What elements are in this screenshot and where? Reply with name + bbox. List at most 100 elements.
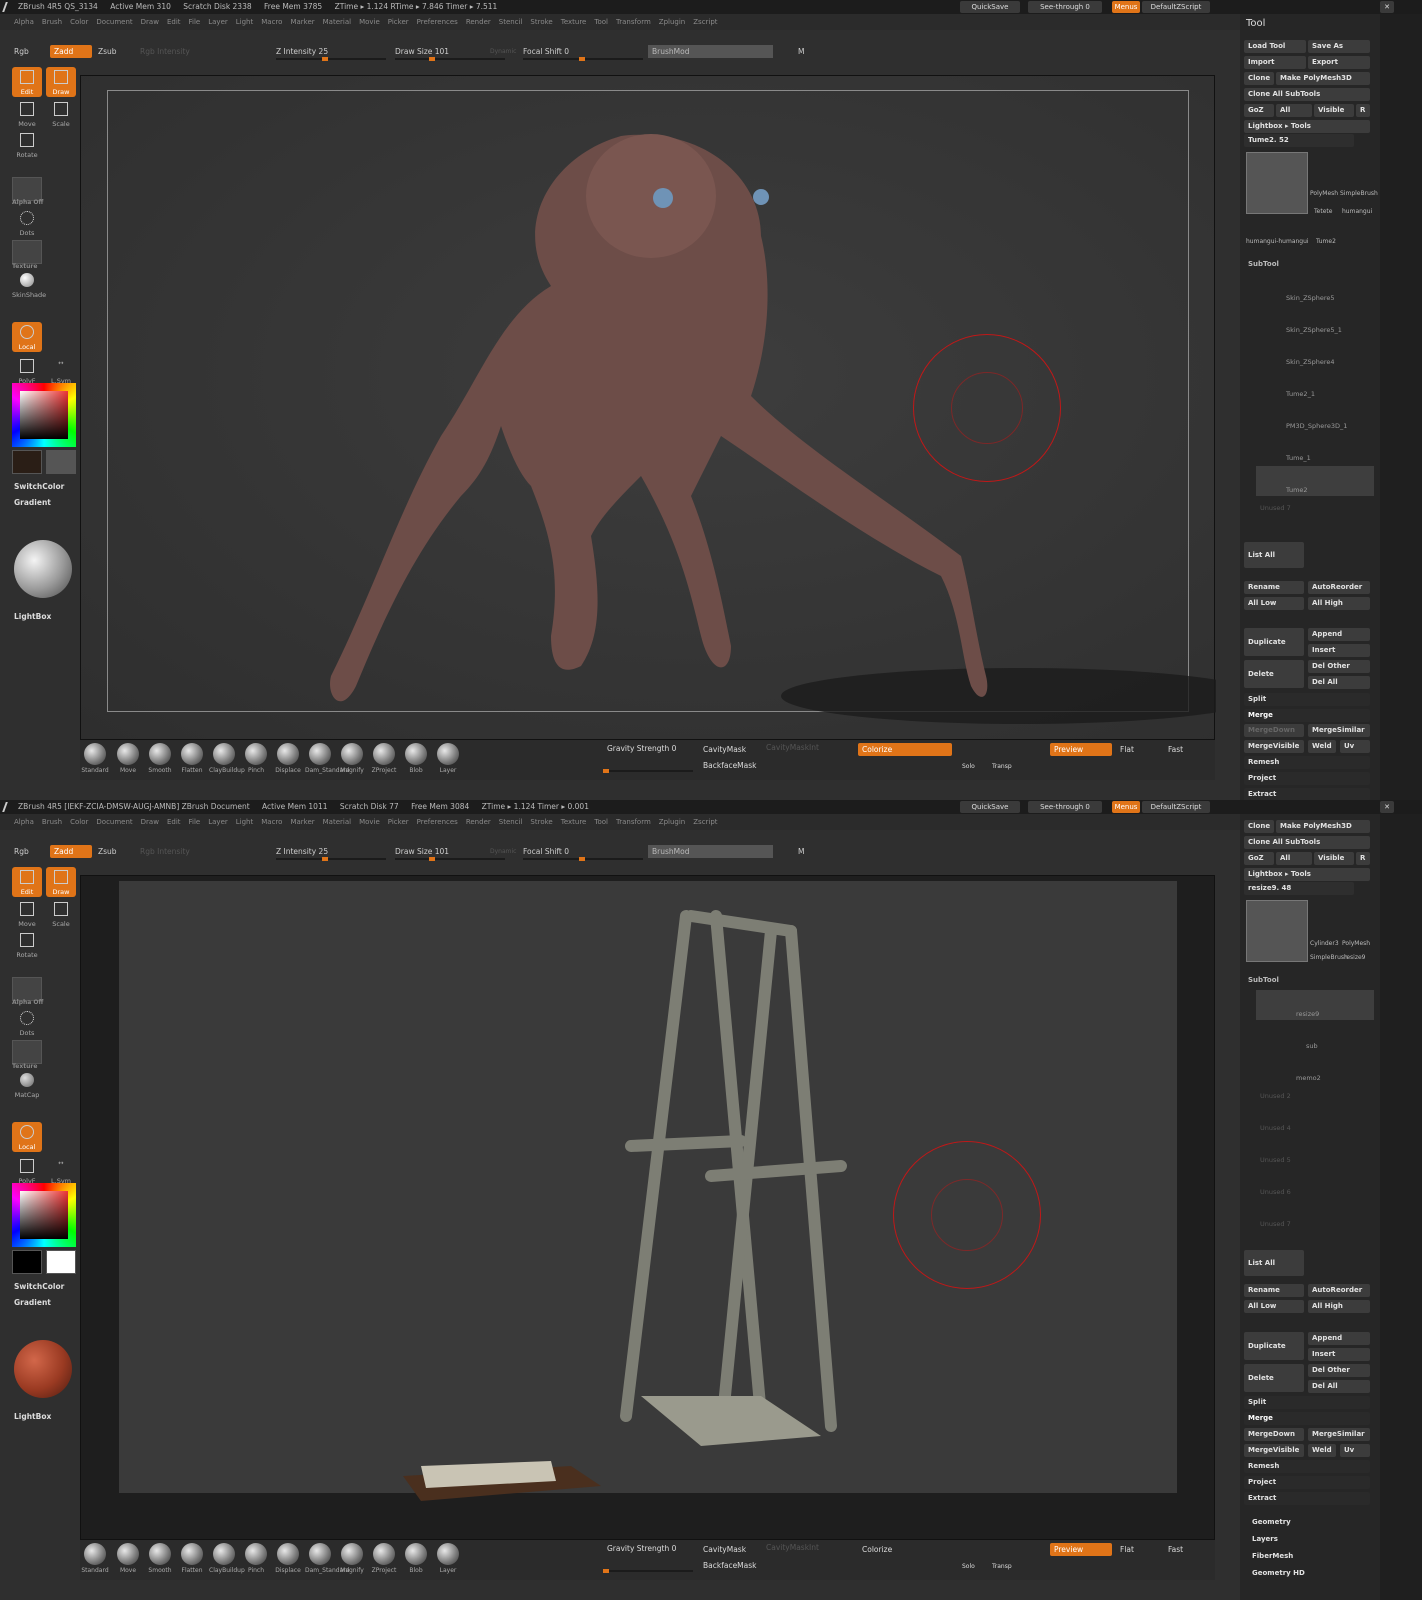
rgb-intensity-slider[interactable]: Rgb Intensity: [136, 845, 194, 858]
zadd-button[interactable]: Zadd: [50, 845, 92, 858]
thumb-polymesh[interactable]: PolyMesh: [1342, 940, 1370, 947]
split-button[interactable]: Split: [1244, 1396, 1370, 1409]
menu-macro[interactable]: Macro: [261, 18, 282, 26]
menu-movie[interactable]: Movie: [359, 18, 380, 26]
menu-draw[interactable]: Draw: [141, 18, 159, 26]
cavitymask-button[interactable]: CavityMask: [699, 743, 750, 756]
subtool-item-unused[interactable]: Unused 5: [1256, 1150, 1374, 1180]
menu-tool[interactable]: Tool: [594, 18, 608, 26]
clone-button[interactable]: Clone: [1244, 820, 1274, 833]
backfacemask-button[interactable]: BackfaceMask: [699, 1559, 761, 1572]
dynamic-toggle[interactable]: Dynamic: [486, 45, 520, 58]
edit-button[interactable]: Edit: [12, 67, 42, 97]
cavitymask-intensity-slider[interactable]: CavityMaskInt: [762, 1541, 823, 1554]
merge-button[interactable]: Merge: [1244, 1412, 1370, 1425]
subtool-item-selected[interactable]: resize9: [1256, 990, 1374, 1020]
all-high-button[interactable]: All High: [1308, 1300, 1370, 1313]
menu-tool[interactable]: Tool: [594, 818, 608, 826]
texture-selector[interactable]: [12, 1040, 42, 1064]
all-low-button[interactable]: All Low: [1244, 597, 1304, 610]
local-button[interactable]: Local: [12, 1122, 42, 1152]
insert-button[interactable]: Insert: [1308, 644, 1370, 657]
geometry-subpalette[interactable]: Geometry: [1248, 1516, 1368, 1529]
lsym-button[interactable]: ↔ L.Sym: [46, 356, 76, 386]
zsub-button[interactable]: Zsub: [94, 845, 121, 858]
all-low-button[interactable]: All Low: [1244, 1300, 1304, 1313]
current-tool-thumbnail[interactable]: [1246, 900, 1308, 962]
m-button[interactable]: M: [794, 845, 808, 858]
gravity-strength-slider[interactable]: Gravity Strength 0: [603, 742, 680, 755]
make-polymesh3d-button[interactable]: Make PolyMesh3D: [1276, 820, 1370, 833]
focal-shift-slider[interactable]: Focal Shift 0: [519, 45, 573, 58]
current-tool-thumbnail[interactable]: [1246, 152, 1308, 214]
brush-displace[interactable]: Displace: [273, 743, 303, 774]
thumb-tetete[interactable]: Tetete: [1314, 208, 1332, 215]
menu-preferences[interactable]: Preferences: [417, 18, 458, 26]
stroke-selector[interactable]: Dots: [12, 1008, 42, 1038]
all-high-button[interactable]: All High: [1308, 597, 1370, 610]
edit-button[interactable]: Edit: [12, 867, 42, 897]
menu-file[interactable]: File: [189, 18, 201, 26]
brush-pinch[interactable]: Pinch: [241, 743, 271, 774]
append-button[interactable]: Append: [1308, 1332, 1370, 1345]
extract-button[interactable]: Extract: [1244, 788, 1370, 800]
menu-transform[interactable]: Transform: [616, 818, 651, 826]
rotate-button[interactable]: Rotate: [12, 930, 42, 960]
menu-draw[interactable]: Draw: [141, 818, 159, 826]
quicksave-button[interactable]: QuickSave: [960, 801, 1020, 813]
secondary-color-swatch[interactable]: [46, 1250, 76, 1274]
subtool-item[interactable]: Skin_ZSphere5: [1256, 274, 1374, 304]
del-all-button[interactable]: Del All: [1308, 676, 1370, 689]
menu-movie[interactable]: Movie: [359, 818, 380, 826]
flat-button[interactable]: Flat: [1116, 743, 1138, 756]
menu-layer[interactable]: Layer: [208, 818, 228, 826]
secondary-color-swatch[interactable]: [46, 450, 76, 474]
stroke-selector[interactable]: Dots: [12, 208, 42, 238]
switchcolor-button[interactable]: SwitchColor: [14, 482, 64, 491]
flat-button[interactable]: Flat: [1116, 1543, 1138, 1556]
split-button[interactable]: Split: [1244, 693, 1370, 706]
rgb-button[interactable]: Rgb: [10, 845, 33, 858]
draw-button[interactable]: Draw: [46, 867, 76, 897]
mergedown-button[interactable]: MergeDown: [1244, 1428, 1304, 1441]
menu-marker[interactable]: Marker: [290, 18, 314, 26]
draw-size-slider[interactable]: Draw Size 101: [391, 45, 453, 58]
thumb-humangui-2[interactable]: humangui-humangui: [1246, 238, 1309, 245]
rename-button[interactable]: Rename: [1244, 1284, 1304, 1297]
menu-alpha[interactable]: Alpha: [14, 818, 34, 826]
close-icon[interactable]: ✕: [1380, 801, 1394, 813]
menu-stencil[interactable]: Stencil: [499, 818, 523, 826]
colorize-button[interactable]: Colorize: [858, 743, 952, 756]
brushmod-field[interactable]: BrushMod: [648, 45, 773, 58]
transp-button[interactable]: Transp: [988, 1560, 1016, 1573]
zadd-button[interactable]: Zadd: [50, 45, 92, 58]
append-button[interactable]: Append: [1308, 628, 1370, 641]
menu-light[interactable]: Light: [236, 818, 253, 826]
menu-material[interactable]: Material: [323, 18, 351, 26]
thumb-simplebrush[interactable]: SimpleBrush: [1340, 190, 1378, 197]
fibermesh-subpalette[interactable]: FiberMesh: [1248, 1550, 1368, 1563]
gradient-button[interactable]: Gradient: [14, 1298, 51, 1307]
lightbox-button[interactable]: LightBox: [14, 1412, 51, 1421]
main-color-swatch[interactable]: [12, 1250, 42, 1274]
subtool-item-selected[interactable]: Tume2: [1256, 466, 1374, 496]
brushmod-field[interactable]: BrushMod: [648, 845, 773, 858]
alpha-selector[interactable]: [12, 977, 42, 1001]
focal-shift-slider[interactable]: Focal Shift 0: [519, 845, 573, 858]
menu-texture[interactable]: Texture: [561, 818, 587, 826]
fast-button[interactable]: Fast: [1164, 743, 1187, 756]
uv-button[interactable]: Uv: [1340, 1444, 1370, 1457]
brush-zproject[interactable]: ZProject: [369, 743, 399, 774]
solo-button[interactable]: Solo: [958, 1560, 979, 1573]
lightbox-tools-button[interactable]: Lightbox ▸ Tools: [1244, 868, 1370, 881]
menus-button[interactable]: Menus: [1112, 801, 1140, 813]
see-through-slider[interactable]: See-through 0: [1028, 801, 1102, 813]
brush-layer[interactable]: Layer: [433, 1543, 463, 1574]
project-button[interactable]: Project: [1244, 1476, 1370, 1489]
subtool-item-unused[interactable]: Unused 7: [1256, 1214, 1374, 1244]
subtool-item[interactable]: Skin_ZSphere4: [1256, 338, 1374, 368]
weld-button[interactable]: Weld: [1308, 1444, 1336, 1457]
thumb-cylinder3[interactable]: Cylinder3: [1310, 940, 1339, 947]
autoreorder-button[interactable]: AutoReorder: [1308, 581, 1370, 594]
polyframe-button[interactable]: PolyF: [12, 1156, 42, 1186]
